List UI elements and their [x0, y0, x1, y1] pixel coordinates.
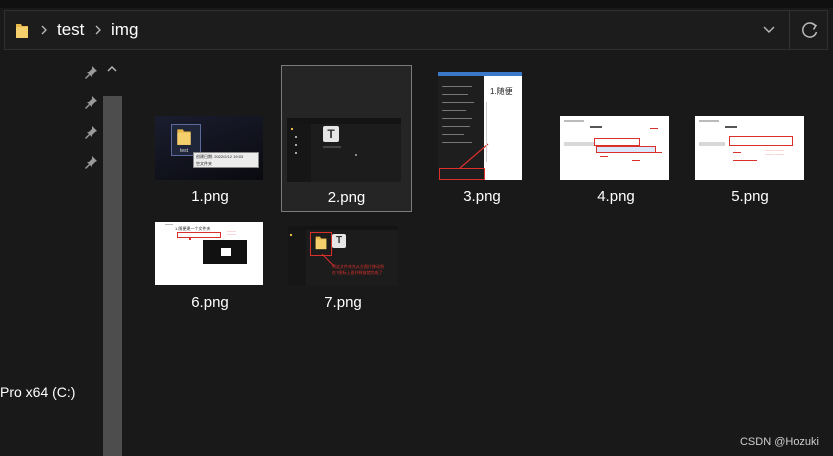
embedded-screenshot	[203, 240, 247, 264]
file-tile[interactable]: 1.随便建一个文件夹 ——— ——— 6.png	[150, 212, 270, 322]
file-name: 3.png	[463, 188, 501, 205]
thumb-heading: 1.随便	[490, 87, 513, 96]
thumbnail-6: 1.随便建一个文件夹 ——— ———	[155, 222, 263, 285]
thumbnail-1: test 创建日期: 2022/2/12 19:03 空文件夹	[155, 116, 263, 180]
thumbnail-3: 1.随便	[438, 72, 522, 180]
thumbnail-5: ——— ——— ——— ———	[695, 116, 804, 180]
nav-scrollbar[interactable]	[103, 96, 122, 456]
file-tile[interactable]: test 创建日期: 2022/2/12 19:03 空文件夹 1.png	[150, 66, 270, 212]
drive-c-label[interactable]: Pro x64 (C:)	[0, 384, 75, 400]
file-name: 6.png	[191, 294, 229, 311]
breadcrumb-img[interactable]: img	[111, 20, 138, 40]
title-strip	[0, 0, 833, 8]
tooltip-line2: 空文件夹	[196, 161, 212, 166]
file-name: 7.png	[324, 294, 362, 311]
file-name: 2.png	[327, 189, 366, 206]
file-name: 1.png	[191, 188, 229, 205]
file-tile[interactable]: T 将这文件夹先从左图片移动到 在T图标上面并释放就完成了 7.png	[283, 212, 403, 322]
caption-line2: 在T图标上面并释放就完成了	[332, 270, 383, 275]
file-name: 4.png	[597, 188, 635, 205]
folder-icon	[177, 129, 191, 145]
file-tile-selected[interactable]: T 2.png	[281, 65, 412, 212]
tooltip-popup: 创建日期: 2022/2/12 19:03 空文件夹	[193, 152, 259, 168]
folder-icon	[16, 24, 28, 38]
folder-icon	[315, 236, 327, 250]
thumbnail-4	[560, 116, 669, 180]
file-name: 5.png	[731, 188, 769, 205]
file-tile[interactable]: ——— ——— ——— ——— 5.png	[690, 66, 810, 212]
pin-icon[interactable]	[84, 155, 98, 169]
file-tile[interactable]: 4.png	[556, 66, 676, 212]
file-tile[interactable]: 1.随便 3.png	[422, 66, 542, 212]
scroll-up-icon[interactable]	[106, 64, 118, 74]
thumbnail-2: T	[287, 118, 401, 182]
annotation-arrow	[321, 253, 335, 267]
chevron-right-icon	[95, 25, 101, 35]
thumbnail-7: T 将这文件夹先从左图片移动到 在T图标上面并释放就完成了	[288, 226, 398, 286]
address-bar[interactable]: test img	[4, 10, 828, 50]
chevron-down-icon[interactable]	[761, 23, 777, 37]
t-app-icon: T	[323, 126, 339, 142]
breadcrumb-test[interactable]: test	[57, 20, 84, 40]
t-app-icon: T	[332, 234, 346, 248]
tooltip-line1: 创建日期: 2022/2/12 19:03	[196, 154, 244, 159]
thumb-folder-label: test	[180, 148, 189, 154]
watermark: CSDN @Hozuki	[739, 436, 819, 448]
chevron-right-icon	[41, 25, 47, 35]
refresh-icon[interactable]	[800, 20, 820, 40]
pin-icon[interactable]	[84, 95, 98, 109]
divider	[789, 11, 790, 49]
pin-icon[interactable]	[84, 125, 98, 139]
pin-icon[interactable]	[84, 65, 98, 79]
